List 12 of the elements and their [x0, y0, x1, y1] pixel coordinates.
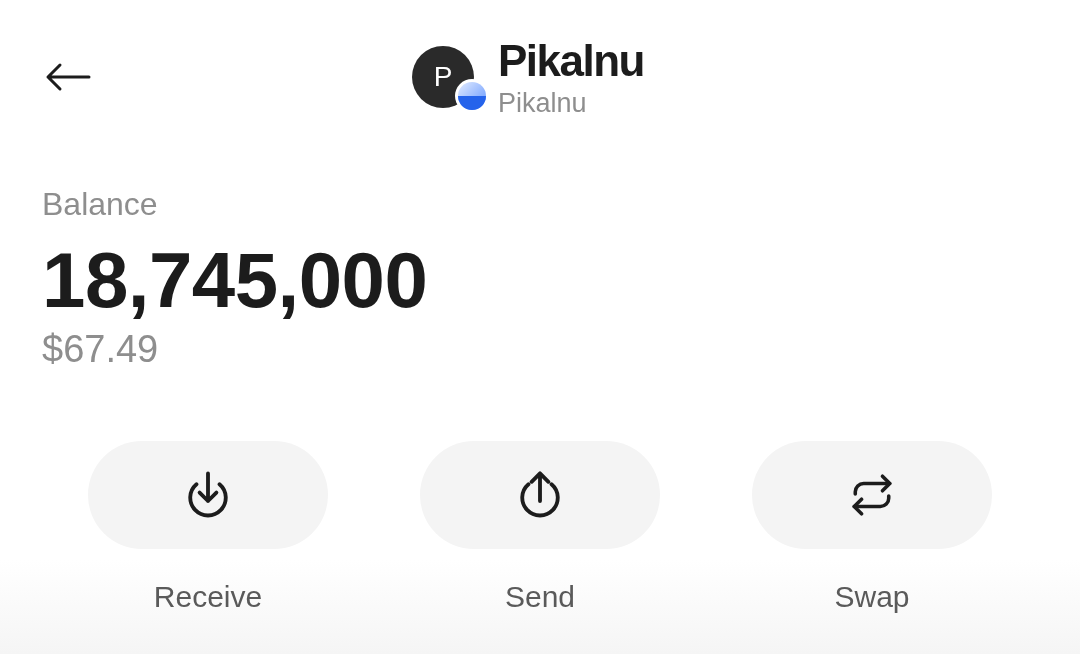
- account-title: Pikalnu: [498, 35, 644, 87]
- back-arrow-icon: [45, 62, 91, 92]
- upload-icon: [518, 471, 562, 519]
- action-label: Send: [504, 579, 576, 615]
- download-icon: [186, 471, 230, 519]
- action-label: Swap: [834, 579, 910, 615]
- account-subtitle: Pikalnu: [498, 87, 588, 119]
- fiat-value: $67.49: [42, 327, 159, 372]
- balance-amount: 18,745,000: [42, 238, 428, 322]
- action-label: Receive: [153, 579, 263, 615]
- swap-icon: [850, 472, 894, 518]
- balance-label: Balance: [42, 185, 158, 224]
